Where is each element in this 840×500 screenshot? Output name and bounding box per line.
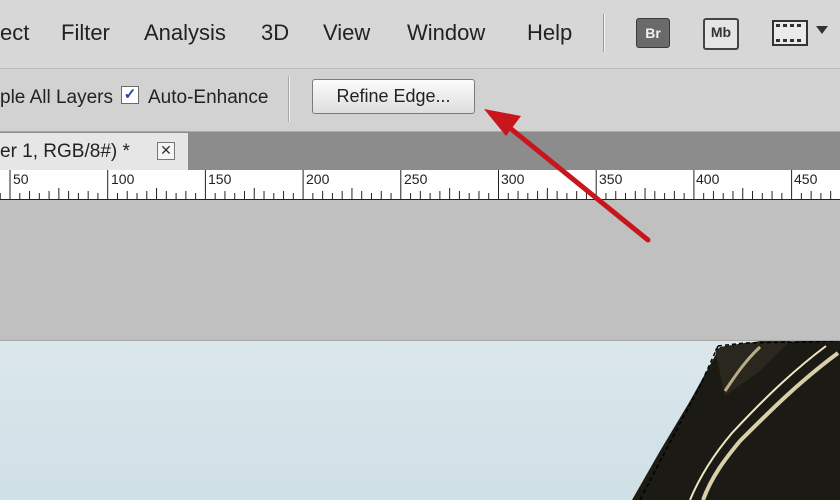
ruler-label: 400 <box>696 171 720 187</box>
document-canvas[interactable] <box>0 341 840 500</box>
ruler-label: 300 <box>501 171 525 187</box>
menu-view[interactable]: View <box>323 20 370 46</box>
ruler-label: 250 <box>404 171 428 187</box>
auto-enhance-checkbox[interactable]: ✓ <box>121 86 139 104</box>
chevron-down-icon[interactable] <box>816 26 828 34</box>
menu-separator <box>603 14 605 52</box>
menu-bar: ect Filter Analysis 3D View Window Help … <box>0 0 840 69</box>
ruler-label: 350 <box>599 171 623 187</box>
menu-analysis[interactable]: Analysis <box>144 20 226 46</box>
close-icon[interactable]: ✕ <box>157 142 175 160</box>
ruler-label: 450 <box>794 171 818 187</box>
document-tab-strip: er 1, RGB/8#) * ✕ <box>0 132 840 170</box>
mini-bridge-button[interactable]: Mb <box>703 18 739 50</box>
document-tab-title: er 1, RGB/8#) * <box>0 141 130 162</box>
menu-window[interactable]: Window <box>407 20 485 46</box>
menu-filter[interactable]: Filter <box>61 20 110 46</box>
menu-help[interactable]: Help <box>527 20 572 46</box>
photo-content <box>0 341 840 500</box>
ruler-label: 200 <box>306 171 330 187</box>
document-tab[interactable]: er 1, RGB/8#) * ✕ <box>0 133 189 170</box>
sample-all-layers-label[interactable]: ple All Layers <box>0 87 113 109</box>
pasteboard[interactable] <box>0 200 840 341</box>
ruler-label: 50 <box>13 171 29 187</box>
refine-edge-button[interactable]: Refine Edge... <box>312 79 475 114</box>
menu-select[interactable]: ect <box>0 20 29 46</box>
ruler-label: 100 <box>111 171 135 187</box>
auto-enhance-label[interactable]: Auto-Enhance <box>148 87 268 109</box>
menu-3d[interactable]: 3D <box>261 20 289 46</box>
horizontal-ruler[interactable]: 50 100 150 200 250 300 350 400 450 <box>0 170 840 200</box>
bridge-button[interactable]: Br <box>636 18 670 48</box>
options-separator <box>288 76 290 122</box>
ruler-label: 150 <box>208 171 232 187</box>
film-strip-icon[interactable] <box>772 20 808 46</box>
